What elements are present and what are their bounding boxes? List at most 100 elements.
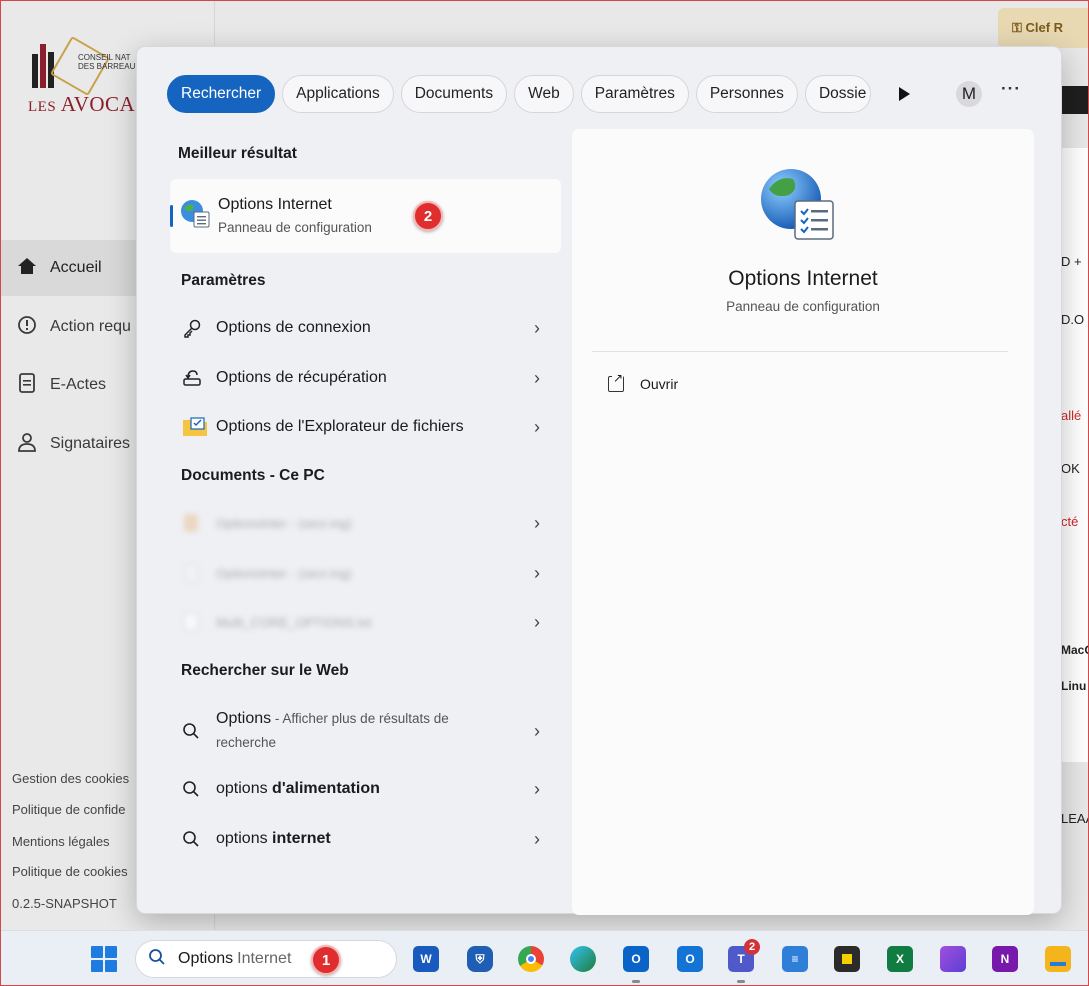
filter-parametres[interactable]: Paramètres <box>580 75 689 113</box>
word-icon[interactable]: W <box>413 946 439 972</box>
open-external-icon <box>608 371 624 392</box>
footer-link-cookies[interactable]: Gestion des cookies <box>12 771 129 786</box>
result-options-connexion[interactable]: Options de connexion › <box>170 305 561 351</box>
more-options-icon[interactable]: ··· <box>1001 79 1021 99</box>
internet-options-large-icon <box>759 167 837 245</box>
teams-notification-badge: 2 <box>744 939 760 955</box>
chrome-icon[interactable] <box>518 946 544 972</box>
web-result-text: Options - Afficher plus de résultats de … <box>216 710 449 750</box>
result-options-recuperation[interactable]: Options de récupération › <box>170 355 561 401</box>
windows-search-panel: Rechercher Applications Documents Web Pa… <box>136 46 1062 915</box>
nav-label: Action requ <box>50 318 131 335</box>
chevron-right-icon[interactable]: › <box>527 612 547 633</box>
content-fragment: LEAA <box>1061 811 1089 826</box>
home-icon <box>16 257 38 280</box>
content-fragment: Linu <box>1061 679 1087 693</box>
step-badge-2: 2 <box>413 201 443 231</box>
document-icon <box>16 372 38 398</box>
chevron-right-icon[interactable]: › <box>527 318 547 339</box>
document-result-item[interactable]: OptionsInter - (secr.ing) › <box>170 550 561 596</box>
search-autocomplete-text: Internet <box>237 950 292 967</box>
footer-link-legal[interactable]: Mentions légales <box>12 834 110 849</box>
open-action[interactable]: Ouvrir <box>608 371 679 392</box>
outlook-icon[interactable]: O <box>623 946 649 972</box>
filter-applications[interactable]: Applications <box>282 75 394 113</box>
account-avatar[interactable]: M <box>956 81 982 107</box>
search-filter-bar: Rechercher Applications Documents Web Pa… <box>167 75 871 113</box>
section-web-title: Rechercher sur le Web <box>181 662 349 679</box>
search-typed-text: Options <box>178 950 234 967</box>
content-fragment: allé <box>1061 408 1082 423</box>
result-label: Options de récupération <box>216 369 387 386</box>
taskbar-search-box[interactable]: Options Internet 1 <box>135 940 397 978</box>
notepad-icon[interactable]: ≡ <box>782 946 808 972</box>
sticky-notes-icon[interactable] <box>834 946 860 972</box>
chevron-right-icon[interactable]: › <box>527 417 547 438</box>
search-icon <box>182 722 216 740</box>
scroll-filters-right-icon[interactable] <box>897 87 911 101</box>
web-result-options-alimentation[interactable]: options d'alimentation › <box>170 766 561 812</box>
app-version: 0.2.5-SNAPSHOT <box>12 896 117 911</box>
chevron-right-icon[interactable]: › <box>527 513 547 534</box>
document-result-item[interactable]: OptionsInter - (secr.ing) › <box>170 500 561 546</box>
clipchamp-icon[interactable] <box>940 946 966 972</box>
app-header-bar <box>1062 86 1089 114</box>
web-result-text: options d'alimentation <box>216 780 380 797</box>
windows-start-icon[interactable] <box>91 946 117 972</box>
folder-options-icon <box>182 417 216 437</box>
edge-icon[interactable] <box>570 946 596 972</box>
footer-link-privacy[interactable]: Politique de confide <box>12 802 125 817</box>
best-result-item[interactable]: Options Internet Panneau de configuratio… <box>170 179 561 253</box>
logo-mark-icon <box>32 44 54 88</box>
section-best-result-title: Meilleur résultat <box>178 145 297 162</box>
alert-circle-icon <box>16 315 38 340</box>
running-indicator <box>737 980 745 983</box>
content-card <box>1062 148 1089 762</box>
content-fragment: D + <box>1061 254 1082 269</box>
document-icon <box>182 513 216 533</box>
chevron-right-icon[interactable]: › <box>527 779 547 800</box>
result-detail-pane: Options Internet Panneau de configuratio… <box>572 129 1034 915</box>
internet-options-icon <box>180 199 210 229</box>
search-icon <box>182 830 216 848</box>
content-fragment: MacO <box>1061 643 1089 657</box>
detail-subtitle: Panneau de configuration <box>726 299 880 314</box>
outlook-new-icon[interactable]: O <box>677 946 703 972</box>
document-icon <box>182 563 216 583</box>
detail-title: Options Internet <box>728 267 878 290</box>
content-fragment: D.O <box>1061 312 1085 327</box>
result-options-explorateur[interactable]: Options de l'Explorateur de fichiers › <box>170 404 561 450</box>
best-result-subtitle: Panneau de configuration <box>218 220 372 235</box>
filter-web[interactable]: Web <box>514 75 574 113</box>
filter-personnes[interactable]: Personnes <box>695 75 798 113</box>
chevron-right-icon[interactable]: › <box>527 563 547 584</box>
windows-taskbar: Options Internet 1 W ⛨ O O T 2 ≡ X N <box>0 930 1089 986</box>
search-icon <box>148 948 166 971</box>
chevron-right-icon[interactable]: › <box>527 721 547 742</box>
section-documents-title: Documents - Ce PC <box>181 467 325 484</box>
result-label: Options de l'Explorateur de fichiers <box>216 418 464 435</box>
license-key-button[interactable]: ⚿ Clef R <box>998 8 1089 48</box>
key-icon: ⚿ <box>1012 20 1026 35</box>
document-icon <box>182 612 216 632</box>
web-result-options[interactable]: Options - Afficher plus de résultats de … <box>170 702 561 760</box>
recovery-icon <box>182 368 216 388</box>
filter-documents[interactable]: Documents <box>400 75 508 113</box>
defender-icon[interactable]: ⛨ <box>467 946 493 972</box>
web-result-options-internet[interactable]: options internet › <box>170 816 561 862</box>
filter-rechercher[interactable]: Rechercher <box>167 75 276 113</box>
section-settings-title: Paramètres <box>181 272 266 289</box>
excel-icon[interactable]: X <box>887 946 913 972</box>
running-indicator <box>632 980 640 983</box>
open-label: Ouvrir <box>640 376 679 392</box>
chevron-right-icon[interactable]: › <box>527 368 547 389</box>
web-result-text: options internet <box>216 830 331 847</box>
onenote-icon[interactable]: N <box>992 946 1018 972</box>
footer-link-cookie-policy[interactable]: Politique de cookies <box>12 864 128 879</box>
detail-divider <box>592 351 1008 352</box>
content-fragment: cté <box>1061 514 1079 529</box>
document-result-item[interactable]: Multi_CORE_OPTIONS.txt › <box>170 599 561 645</box>
filter-dossiers[interactable]: Dossie <box>804 75 871 113</box>
chevron-right-icon[interactable]: › <box>527 829 547 850</box>
file-explorer-icon[interactable] <box>1045 946 1071 972</box>
